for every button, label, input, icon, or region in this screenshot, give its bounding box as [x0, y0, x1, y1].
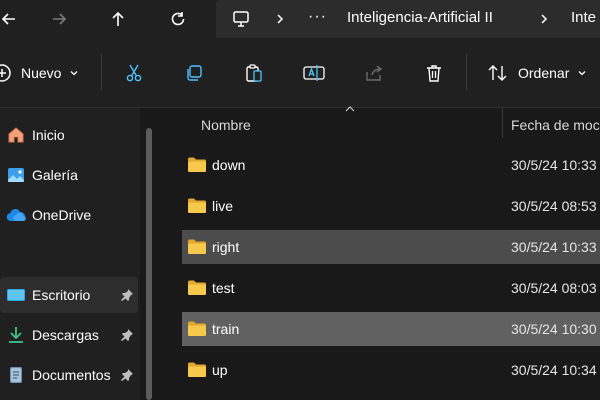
sidebar-item-label: Escritorio	[32, 287, 91, 303]
sidebar-item-documentos[interactable]: Documentos	[0, 357, 138, 393]
folder-icon	[188, 321, 206, 336]
forward-button[interactable]	[44, 0, 74, 38]
file-name: right	[212, 239, 240, 255]
column-header-date[interactable]: Fecha de moc	[511, 108, 600, 141]
paste-button[interactable]	[244, 38, 264, 108]
copy-button[interactable]	[184, 38, 204, 108]
address-box[interactable]: ··· Inteligencia-Artificial II Inte	[216, 0, 600, 38]
sidebar-item-label: OneDrive	[32, 207, 92, 223]
file-date: 30/5/24 10:33	[511, 157, 597, 173]
copy-icon	[187, 65, 202, 81]
list-item[interactable]: right 30/5/24 10:33	[182, 230, 600, 264]
file-date: 30/5/24 10:30	[511, 321, 597, 337]
sidebar-item-label: Descargas	[32, 327, 99, 343]
command-bar: Nuevo Ordenar	[0, 38, 600, 108]
file-date: 30/5/24 10:34	[511, 362, 597, 378]
documents-icon	[10, 367, 22, 383]
sort-arrows-icon	[488, 65, 507, 81]
file-name: live	[212, 198, 234, 214]
chevron-down-icon	[71, 71, 78, 76]
sort-button[interactable]: Ordenar	[487, 38, 587, 108]
up-button[interactable]	[103, 0, 133, 38]
list-item[interactable]: train 30/5/24 10:30	[182, 312, 600, 346]
sidebar-item-inicio[interactable]: Inicio	[0, 117, 138, 153]
pin-icon[interactable]	[120, 368, 134, 382]
file-name: test	[212, 280, 235, 296]
sidebar-item-onedrive[interactable]: OneDrive	[0, 197, 138, 233]
sidebar-item-galeria[interactable]: Galería	[0, 157, 138, 193]
sidebar-item-descargas[interactable]: Descargas	[0, 317, 138, 353]
breadcrumb-item[interactable]: Inte	[571, 9, 596, 26]
computer-icon	[233, 11, 249, 27]
list-item[interactable]: test 30/5/24 08:03	[182, 271, 600, 305]
pin-icon[interactable]	[120, 328, 134, 342]
desktop-icon	[7, 289, 25, 301]
column-divider[interactable]	[502, 108, 503, 138]
toolbar-divider	[466, 54, 467, 90]
chevron-down-icon	[578, 71, 586, 76]
address-bar: ··· Inteligencia-Artificial II Inte	[0, 0, 600, 38]
list-item[interactable]: up 30/5/24 10:34	[182, 353, 600, 387]
sort-ascending-icon	[345, 106, 355, 112]
scissors-icon	[126, 64, 142, 82]
column-header-name[interactable]: Nombre	[201, 108, 251, 141]
file-date: 30/5/24 10:33	[511, 239, 597, 255]
folder-icon	[188, 239, 206, 254]
list-item[interactable]: live 30/5/24 08:53	[182, 189, 600, 223]
rename-button[interactable]	[303, 38, 325, 108]
share-icon	[366, 65, 383, 81]
refresh-icon	[171, 12, 185, 26]
new-button-label: Nuevo	[21, 65, 62, 81]
sort-button-label: Ordenar	[518, 65, 570, 81]
new-button[interactable]: Nuevo	[0, 38, 79, 108]
sidebar-item-label: Inicio	[32, 127, 65, 143]
arrow-left-icon	[1, 13, 15, 25]
chevron-right-icon	[277, 14, 284, 24]
pin-icon[interactable]	[120, 288, 134, 302]
chevron-right-icon	[541, 14, 548, 24]
cut-button[interactable]	[124, 38, 144, 108]
rename-icon	[303, 65, 325, 81]
share-button[interactable]	[364, 38, 384, 108]
sidebar-item-escritorio[interactable]: Escritorio	[0, 277, 138, 313]
file-list: Nombre Fecha de moc down 30/5/24 10:33 l…	[152, 106, 600, 400]
arrow-up-icon	[112, 11, 124, 26]
delete-button[interactable]	[424, 38, 444, 108]
download-icon	[9, 327, 23, 343]
onedrive-cloud-icon	[6, 208, 26, 222]
file-date: 30/5/24 08:03	[511, 280, 597, 296]
file-name: up	[212, 362, 228, 378]
file-name: down	[212, 157, 246, 173]
sidebar-item-label: Documentos	[32, 367, 111, 383]
refresh-button[interactable]	[163, 0, 193, 38]
file-name: train	[212, 321, 240, 337]
folder-icon	[188, 157, 206, 172]
folder-icon	[188, 280, 206, 295]
folder-icon	[188, 198, 206, 213]
toolbar-divider	[101, 54, 102, 90]
trash-icon	[427, 65, 441, 82]
navigation-pane: Inicio Galería OneDrive Escritorio Desca…	[0, 108, 140, 400]
folder-icon	[188, 362, 206, 377]
plus-circle-icon	[0, 64, 11, 82]
breadcrumb-item[interactable]: Inteligencia-Artificial II	[347, 9, 493, 26]
more-breadcrumbs-button[interactable]: ···	[308, 8, 327, 26]
arrow-right-icon	[53, 13, 67, 25]
gallery-icon	[8, 168, 24, 182]
clipboard-icon	[246, 64, 262, 82]
back-button[interactable]	[0, 0, 24, 38]
list-item[interactable]: down 30/5/24 10:33	[182, 148, 600, 182]
sidebar-item-label: Galería	[32, 167, 78, 183]
home-icon	[8, 127, 24, 143]
file-date: 30/5/24 08:53	[511, 198, 597, 214]
